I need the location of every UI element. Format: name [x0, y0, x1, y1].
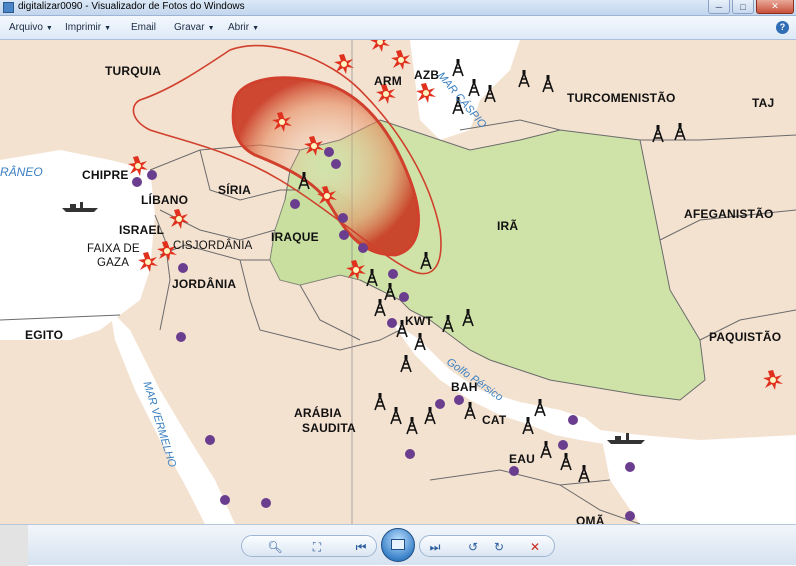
label-jordania: JORDÂNIA [172, 277, 237, 291]
window-controls: ─ □ ✕ [706, 0, 794, 15]
label-cisjordania: CISJORDÂNIA [173, 240, 253, 252]
middle-east-map [0, 40, 796, 524]
menu-arquivo-label: Arquivo [9, 22, 43, 33]
menu-imprimir[interactable]: Imprimir ▼ [65, 22, 111, 33]
bottom-toolbar: 🔍︎ ⛶ ⏮ ⏭ ↺ ↻ ✕ [0, 524, 796, 566]
actual-size-icon: ⛶ [312, 539, 322, 554]
slideshow-icon [391, 539, 405, 550]
slideshow-button[interactable] [381, 528, 415, 562]
label-chipre: CHIPRE [82, 168, 129, 182]
menu-abrir[interactable]: Abrir ▼ [228, 22, 259, 33]
label-turquia: TURQUIA [105, 64, 162, 78]
title-bar: digitalizar0090 - Visualizador de Fotos … [0, 0, 796, 16]
photo-viewer-app-icon [3, 2, 14, 13]
left-control-group: 🔍︎ ⛶ ⏮ [241, 535, 377, 557]
chevron-down-icon: ▼ [207, 25, 215, 32]
rotate-ccw-icon: ↺ [467, 540, 479, 554]
label-saudita: SAUDITA [302, 421, 356, 435]
label-egito: EGITO [25, 328, 64, 342]
next-button[interactable]: ⏭ [424, 539, 446, 555]
chevron-down-icon: ▼ [104, 25, 112, 32]
label-siria: SÍRIA [218, 183, 252, 197]
label-turcomenistao: TURCOMENISTÃO [567, 91, 676, 105]
menu-email-label: Email [131, 22, 157, 33]
label-taj: TAJ [752, 96, 775, 110]
label-arm: ARM [374, 74, 402, 88]
maximize-button[interactable]: □ [732, 0, 754, 14]
label-oma: OMÃ [576, 514, 605, 524]
rotate-cw-icon: ↻ [493, 540, 505, 554]
left-edge-panel [0, 525, 28, 566]
delete-button[interactable]: ✕ [524, 539, 546, 555]
menu-gravar-label: Gravar [174, 22, 205, 33]
zoom-icon: 🔍︎ [267, 540, 283, 554]
label-eau: EAU [509, 452, 535, 466]
menu-abrir-label: Abrir [228, 22, 250, 33]
chevron-down-icon: ▼ [45, 25, 53, 32]
label-faixa-de: FAIXA DE [87, 243, 140, 255]
label-mediterraneo: RÂNEO [0, 165, 43, 179]
arabian-sea [600, 430, 796, 524]
label-afeganistao: AFEGANISTÃO [684, 207, 774, 221]
menu-email[interactable]: Email [131, 22, 156, 33]
label-cat: CAT [482, 413, 507, 427]
label-gaza: GAZA [97, 257, 130, 269]
delete-icon: ✕ [529, 540, 541, 554]
minimize-button[interactable]: ─ [708, 0, 730, 14]
previous-button[interactable]: ⏮ [350, 539, 372, 555]
rotate-ccw-button[interactable]: ↺ [462, 539, 484, 555]
label-libano: LÍBANO [141, 193, 189, 207]
label-iraque: IRAQUE [271, 230, 319, 244]
menu-bar: Arquivo ▼ Imprimir ▼ Email Gravar ▼ Abrir ▼ … [0, 16, 796, 40]
zoom-button[interactable]: 🔍︎ [262, 539, 288, 555]
photo-view: TURQUIA ARM AZB TURCOMENISTÃO TAJ CHIPRE… [0, 40, 796, 524]
label-arabia: ARÁBIA [294, 406, 342, 420]
close-button[interactable]: ✕ [756, 0, 794, 14]
menu-arquivo[interactable]: Arquivo ▼ [9, 22, 53, 33]
label-kwt: KWT [405, 314, 433, 328]
label-ira: IRÃ [497, 219, 519, 233]
label-israel: ISRAEL [119, 223, 165, 237]
menu-imprimir-label: Imprimir [65, 22, 102, 33]
actual-size-button[interactable]: ⛶ [306, 539, 328, 555]
help-icon[interactable]: ? [776, 21, 789, 34]
next-icon: ⏭ [429, 539, 441, 554]
menu-gravar[interactable]: Gravar ▼ [174, 22, 215, 33]
right-control-group: ⏭ ↺ ↻ ✕ [419, 535, 555, 557]
label-paquistao: PAQUISTÃO [709, 330, 782, 344]
previous-icon: ⏮ [355, 539, 367, 554]
chevron-down-icon: ▼ [252, 25, 260, 32]
label-azb: AZB [414, 68, 440, 82]
window-title: digitalizar0090 - Visualizador de Fotos … [18, 1, 245, 12]
red-sea [110, 310, 235, 524]
rotate-cw-button[interactable]: ↻ [488, 539, 510, 555]
